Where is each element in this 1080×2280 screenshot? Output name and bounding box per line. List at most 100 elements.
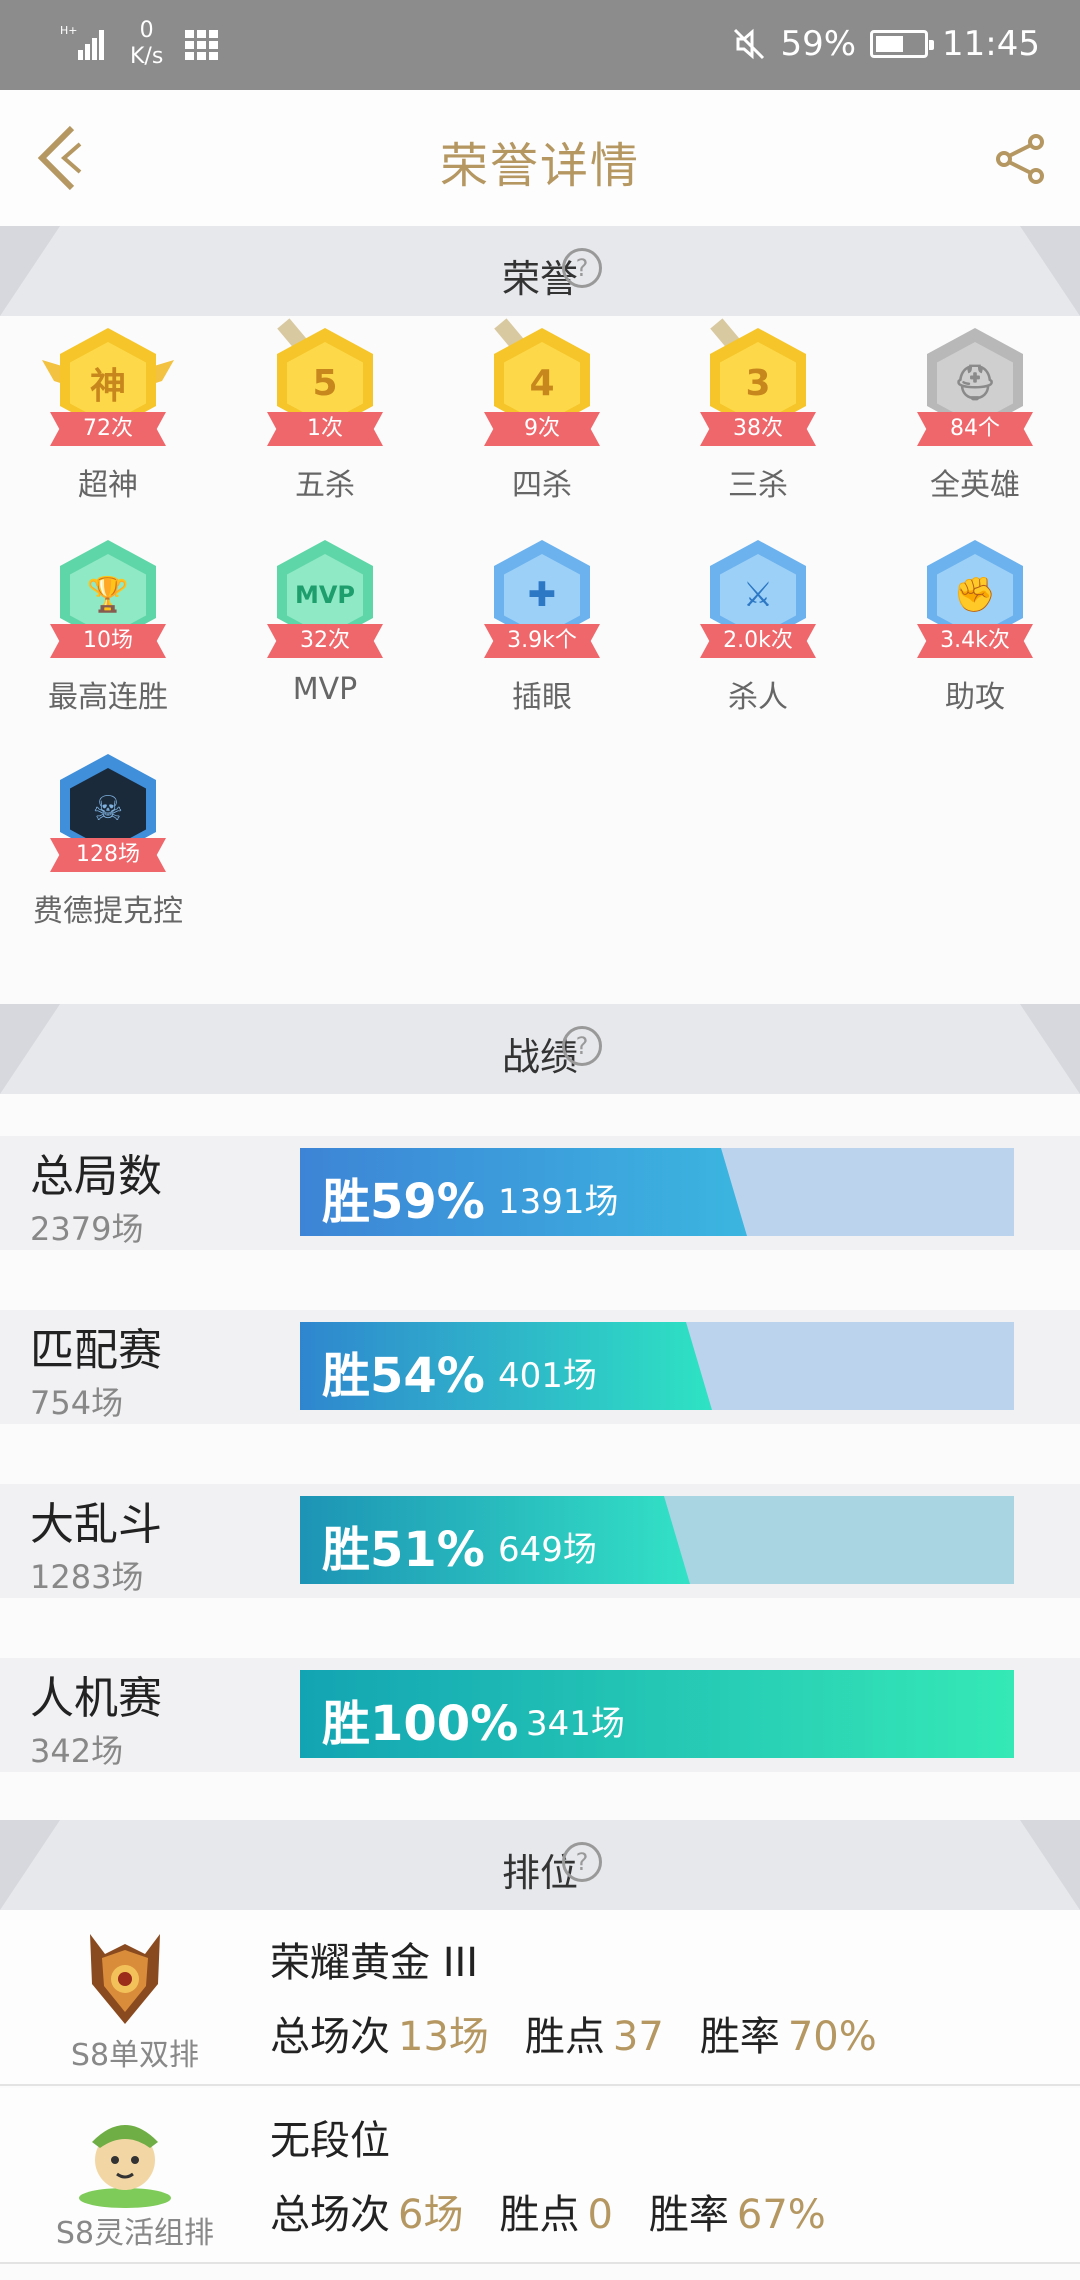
rate-value: 67%	[736, 2192, 826, 2238]
honor-count: 10场	[50, 624, 166, 658]
battery-percent: 59%	[780, 24, 857, 64]
honor-count: 32次	[267, 624, 383, 658]
stat-row[interactable]: 大乱斗 1283场 胜51% 649场	[0, 1484, 1080, 1598]
status-bar: H+ 0 K/s 59% 11:45	[0, 0, 1080, 90]
games-value: 6场	[398, 2192, 464, 2238]
share-icon[interactable]	[994, 132, 1048, 186]
network-speed: 0 K/s	[130, 18, 163, 70]
rank-stats-line: 总场次 6场 胜点 0 胜率 67%	[270, 2182, 862, 2240]
queue-name: S8单双排	[70, 2038, 200, 2073]
points-value: 0	[587, 2192, 613, 2238]
honor-count: 84个	[917, 412, 1033, 446]
section-title-record: 战绩	[501, 1035, 578, 1079]
stat-label: 总局数	[30, 1151, 162, 1202]
honor-badge[interactable]: 4 9次 四杀	[442, 318, 642, 520]
wins-count: 401场	[498, 1356, 597, 1396]
rank-stats-line: 总场次 13场 胜点 37 胜率 70%	[270, 2004, 913, 2062]
help-icon[interactable]: ?	[562, 1842, 602, 1882]
stat-total-games: 2379场	[30, 1210, 144, 1248]
honor-name: 超神	[78, 468, 138, 503]
page-title: 荣誉详情	[439, 138, 640, 194]
stat-label: 大乱斗	[30, 1499, 162, 1550]
win-rate-bar: 胜59% 1391场	[300, 1148, 1014, 1236]
honor-name: 杀人	[728, 680, 788, 715]
win-rate-bar: 胜51% 649场	[300, 1496, 1014, 1584]
games-label: 总场次	[270, 2192, 390, 2238]
section-header-ranked: 排位 ?	[0, 1820, 1080, 1910]
stat-row[interactable]: 匹配赛 754场 胜54% 401场	[0, 1310, 1080, 1424]
stat-row[interactable]: 总局数 2379场 胜59% 1391场	[0, 1136, 1080, 1250]
win-rate-text: 胜51%	[322, 1522, 485, 1578]
section-header-honor: 荣誉 ?	[0, 226, 1080, 316]
ranked-row[interactable]: S8单双排 荣耀黄金 III 总场次 13场 胜点 37 胜率 70%	[0, 1910, 1080, 2086]
honor-name: 三杀	[728, 468, 788, 503]
honor-name: 插眼	[512, 680, 572, 715]
honor-count: 3.9k个	[484, 624, 600, 658]
wins-count: 341场	[526, 1704, 625, 1744]
rate-label: 胜率	[699, 2014, 780, 2060]
app-header: 荣誉详情	[0, 90, 1080, 226]
honor-badge[interactable]: ⛑ 84个 全英雄	[875, 320, 1075, 520]
ranked-row[interactable]: S8灵活组排 无段位总场次 6场 胜点 0 胜率 67%	[0, 2088, 1080, 2264]
section-title-honor: 荣誉	[501, 257, 578, 301]
honor-name: 五杀	[295, 468, 355, 503]
honor-badge[interactable]: ✚ 3.9k个 插眼	[442, 532, 642, 732]
honor-badge[interactable]: 5 1次 五杀	[225, 318, 425, 520]
stat-row[interactable]: 人机赛 342场 胜100% 341场	[0, 1658, 1080, 1772]
honor-badge[interactable]: ☠ 128场 费德提克控	[8, 746, 208, 946]
speed-unit: K/s	[130, 44, 164, 69]
honor-count: 9次	[484, 412, 600, 446]
honor-name: 费德提克控	[33, 894, 183, 929]
rank-tier: 无段位	[270, 2118, 390, 2164]
honor-count: 1次	[267, 412, 383, 446]
points-value: 37	[612, 2014, 664, 2060]
win-rate-bar: 胜100% 341场	[300, 1670, 1014, 1758]
unranked-teemo-emblem-icon	[79, 2125, 171, 2208]
points-label: 胜点	[499, 2192, 580, 2238]
rank-tier: 荣耀黄金 III	[270, 1940, 479, 1986]
section-title-ranked: 排位	[501, 1851, 578, 1895]
wins-count: 1391场	[498, 1182, 619, 1222]
honor-count: 38次	[700, 412, 816, 446]
speed-value: 0	[139, 18, 154, 43]
stat-label: 人机赛	[30, 1673, 162, 1724]
queue-name: S8灵活组排	[55, 2216, 215, 2251]
signal-icon: H+	[60, 24, 104, 60]
honor-name: MVP	[292, 672, 358, 707]
battery-icon	[870, 30, 935, 58]
status-right: 59% 11:45	[732, 22, 1040, 66]
stat-total-games: 342场	[30, 1732, 124, 1770]
honor-badge[interactable]: 🏆 10场 最高连胜	[8, 532, 208, 732]
clock: 11:45	[942, 24, 1040, 64]
honor-badge[interactable]: 3 38次 三杀	[658, 318, 858, 520]
points-label: 胜点	[524, 2014, 605, 2060]
honor-count: 3.4k次	[917, 624, 1033, 658]
honor-name: 最高连胜	[48, 680, 168, 715]
honor-name: 四杀	[512, 468, 572, 503]
stat-label: 匹配赛	[30, 1325, 162, 1376]
honor-badge[interactable]: ⚔ 2.0k次 杀人	[658, 532, 858, 732]
rate-label: 胜率	[648, 2192, 729, 2238]
stat-total-games: 754场	[30, 1384, 124, 1422]
win-rate-text: 胜54%	[322, 1348, 485, 1404]
games-value: 13场	[398, 2014, 489, 2060]
games-label: 总场次	[270, 2014, 390, 2060]
mute-icon	[734, 28, 765, 60]
honor-badge[interactable]: ✊ 3.4k次 助攻	[875, 532, 1075, 732]
rate-value: 70%	[787, 2014, 877, 2060]
help-icon[interactable]: ?	[562, 248, 602, 288]
win-rate-text: 胜100%	[322, 1696, 519, 1752]
help-icon[interactable]: ?	[562, 1026, 602, 1066]
win-rate-bar: 胜54% 401场	[300, 1322, 1014, 1410]
stat-total-games: 1283场	[30, 1558, 144, 1596]
honor-badge[interactable]: 神 72次 超神	[8, 320, 208, 520]
app-grid-icon	[185, 30, 218, 60]
honor-name: 助攻	[945, 680, 1005, 715]
network-type: H+	[60, 24, 78, 37]
honor-count: 128场	[50, 838, 166, 872]
honor-count: 2.0k次	[700, 624, 816, 658]
honor-badge[interactable]: MVP 32次 MVP	[225, 532, 425, 732]
section-header-record: 战绩 ?	[0, 1004, 1080, 1094]
honor-name: 全英雄	[930, 468, 1020, 503]
wins-count: 649场	[498, 1530, 597, 1570]
